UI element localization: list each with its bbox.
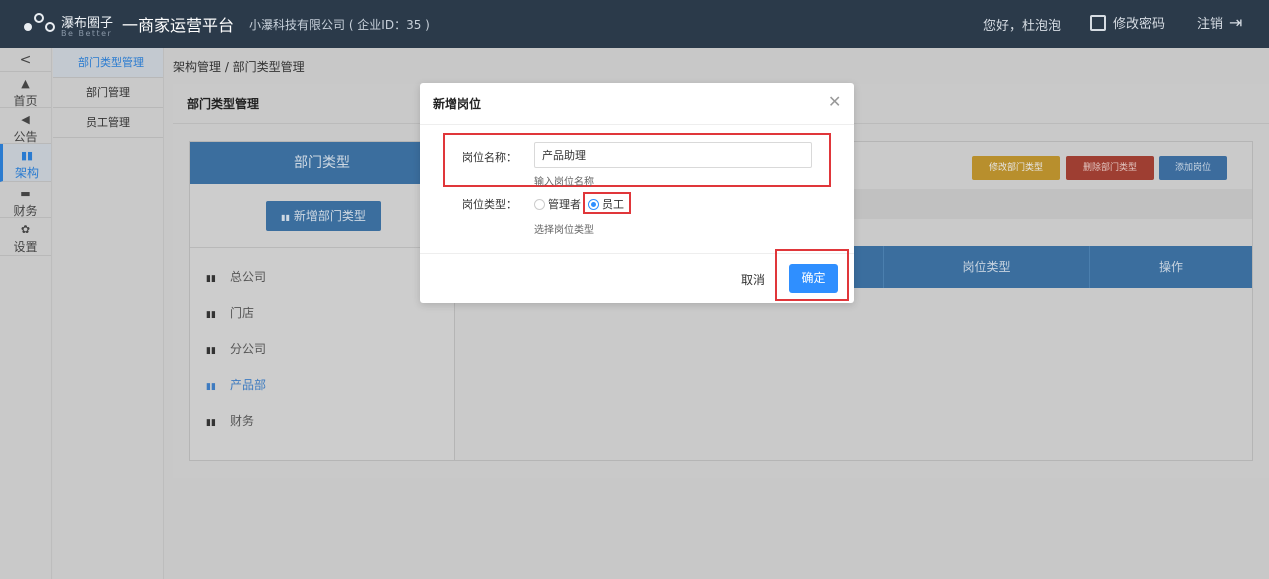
logout-icon: ⇥	[1229, 13, 1243, 32]
change-password-label: 修改密码	[1113, 17, 1166, 32]
dept-item[interactable]: ▮▮ 产品部	[206, 367, 266, 403]
bar-chart-icon: ▮▮	[20, 149, 34, 162]
dept-type-list: ▮▮ 总公司 ▮▮ 门店 ▮▮ 分公司 ▮▮ 产品部 ▮▮ 财务	[206, 259, 266, 439]
position-type-help: 选择岗位类型	[534, 225, 594, 236]
bar-chart-icon: ▮▮	[281, 213, 290, 222]
dept-type-box: 部门类型 ▮▮ 新增部门类型 ▮▮ 总公司 ▮▮ 门店 ▮▮ 分公司 ▮▮ 产品部 ▮▮…	[189, 141, 455, 461]
add-dept-type-button[interactable]: ▮▮ 新增部门类型	[266, 201, 381, 231]
new-position-dialog: 新增岗位 ✕ 岗位名称： 输入岗位名称 岗位类型： 管理者 员工 选择岗位类型 …	[420, 83, 854, 303]
highlight-box	[583, 192, 631, 214]
dialog-title: 新增岗位	[433, 97, 482, 111]
nav-item-announcement[interactable]: ◀ 公告	[0, 108, 51, 144]
logo-icon	[20, 11, 60, 37]
dept-item-label: 产品部	[230, 378, 267, 392]
cancel-button[interactable]: 取消	[741, 271, 765, 288]
megaphone-icon: ◀	[21, 113, 30, 126]
dept-item-label: 总公司	[230, 270, 267, 284]
subnav-item-dept-type[interactable]: 部门类型管理	[53, 48, 163, 78]
nav-item-label: 首页	[13, 94, 38, 108]
position-name-help: 输入岗位名称	[534, 177, 594, 188]
dept-item[interactable]: ▮▮ 门店	[206, 295, 266, 331]
nav-item-label: 财务	[13, 204, 38, 218]
dept-item-label: 门店	[230, 306, 255, 320]
close-icon[interactable]: ✕	[828, 92, 841, 111]
bar-chart-icon: ▮▮	[206, 346, 216, 356]
edit-dept-type-button[interactable]: 修改部门类型	[972, 156, 1060, 180]
dept-item-label: 分公司	[230, 342, 267, 356]
nav-item-finance[interactable]: ▬ 财务	[0, 182, 51, 218]
edit-icon	[1090, 15, 1106, 31]
logout-link[interactable]: 注销 ⇥	[1197, 13, 1242, 32]
nav-item-label: 设置	[13, 240, 38, 254]
logout-label: 注销	[1197, 17, 1224, 32]
bar-chart-icon: ▮▮	[206, 274, 216, 284]
brand-tagline: Be Better	[61, 29, 113, 38]
change-password-link[interactable]: 修改密码	[1090, 13, 1165, 33]
dept-item[interactable]: ▮▮ 总公司	[206, 259, 266, 295]
bar-chart-icon: ▮▮	[206, 310, 216, 320]
nav-item-structure[interactable]: ▮▮ 架构	[0, 144, 51, 182]
dept-item-label: 财务	[230, 414, 255, 428]
nav-item-home[interactable]: ▲ 首页	[0, 72, 51, 108]
radio-manager[interactable]: 管理者	[534, 196, 581, 212]
breadcrumb: 架构管理 / 部门类型管理	[173, 60, 305, 74]
column-header-actions: 操作	[1089, 246, 1252, 288]
nav-item-settings[interactable]: ✿ 设置	[0, 218, 51, 256]
divider	[420, 124, 854, 125]
company-name: 小瀑科技有限公司 ( 企业ID：35 )	[249, 18, 430, 32]
radio-label: 管理者	[548, 198, 581, 211]
subnav-item-staff[interactable]: 员工管理	[53, 108, 163, 138]
delete-dept-type-button[interactable]: 删除部门类型	[1066, 156, 1154, 180]
dept-item[interactable]: ▮▮ 分公司	[206, 331, 266, 367]
page-title: 部门类型管理	[187, 97, 260, 111]
subnav-item-dept[interactable]: 部门管理	[53, 78, 163, 108]
divider	[190, 247, 454, 248]
column-header-position-type: 岗位类型	[883, 246, 1089, 288]
nav-item-label: 架构	[14, 166, 39, 180]
nav-item-label: 公告	[13, 130, 38, 144]
collapse-sidebar-button[interactable]: <	[0, 48, 51, 72]
gear-icon: ✿	[20, 223, 31, 236]
home-icon: ▲	[21, 77, 30, 90]
bar-chart-icon: ▮▮	[206, 418, 216, 428]
position-name-input[interactable]	[534, 142, 812, 168]
add-position-button[interactable]: 添加岗位	[1159, 156, 1227, 180]
bar-chart-icon: ▮▮	[206, 382, 216, 392]
main-sidebar: < ▲ 首页 ◀ 公告 ▮▮ 架构 ▬ 财务 ✿ 设置	[0, 48, 52, 579]
radio-circle	[534, 199, 545, 210]
position-name-label: 岗位名称：	[462, 151, 517, 164]
platform-title: 一商家运营平台	[122, 16, 235, 35]
user-greeting: 您好，杜泡泡	[983, 19, 1062, 34]
top-bar: 瀑布圈子 Be Better 一商家运营平台 小瀑科技有限公司 ( 企业ID：3…	[0, 0, 1269, 48]
dept-item[interactable]: ▮▮ 财务	[206, 403, 266, 439]
confirm-button[interactable]: 确定	[789, 264, 838, 293]
position-type-label: 岗位类型：	[462, 198, 517, 211]
sub-sidebar: 部门类型管理 部门管理 员工管理	[53, 48, 164, 579]
dept-type-header: 部门类型	[190, 142, 454, 184]
money-icon: ▬	[20, 187, 31, 200]
add-dept-type-label: 新增部门类型	[293, 209, 366, 223]
